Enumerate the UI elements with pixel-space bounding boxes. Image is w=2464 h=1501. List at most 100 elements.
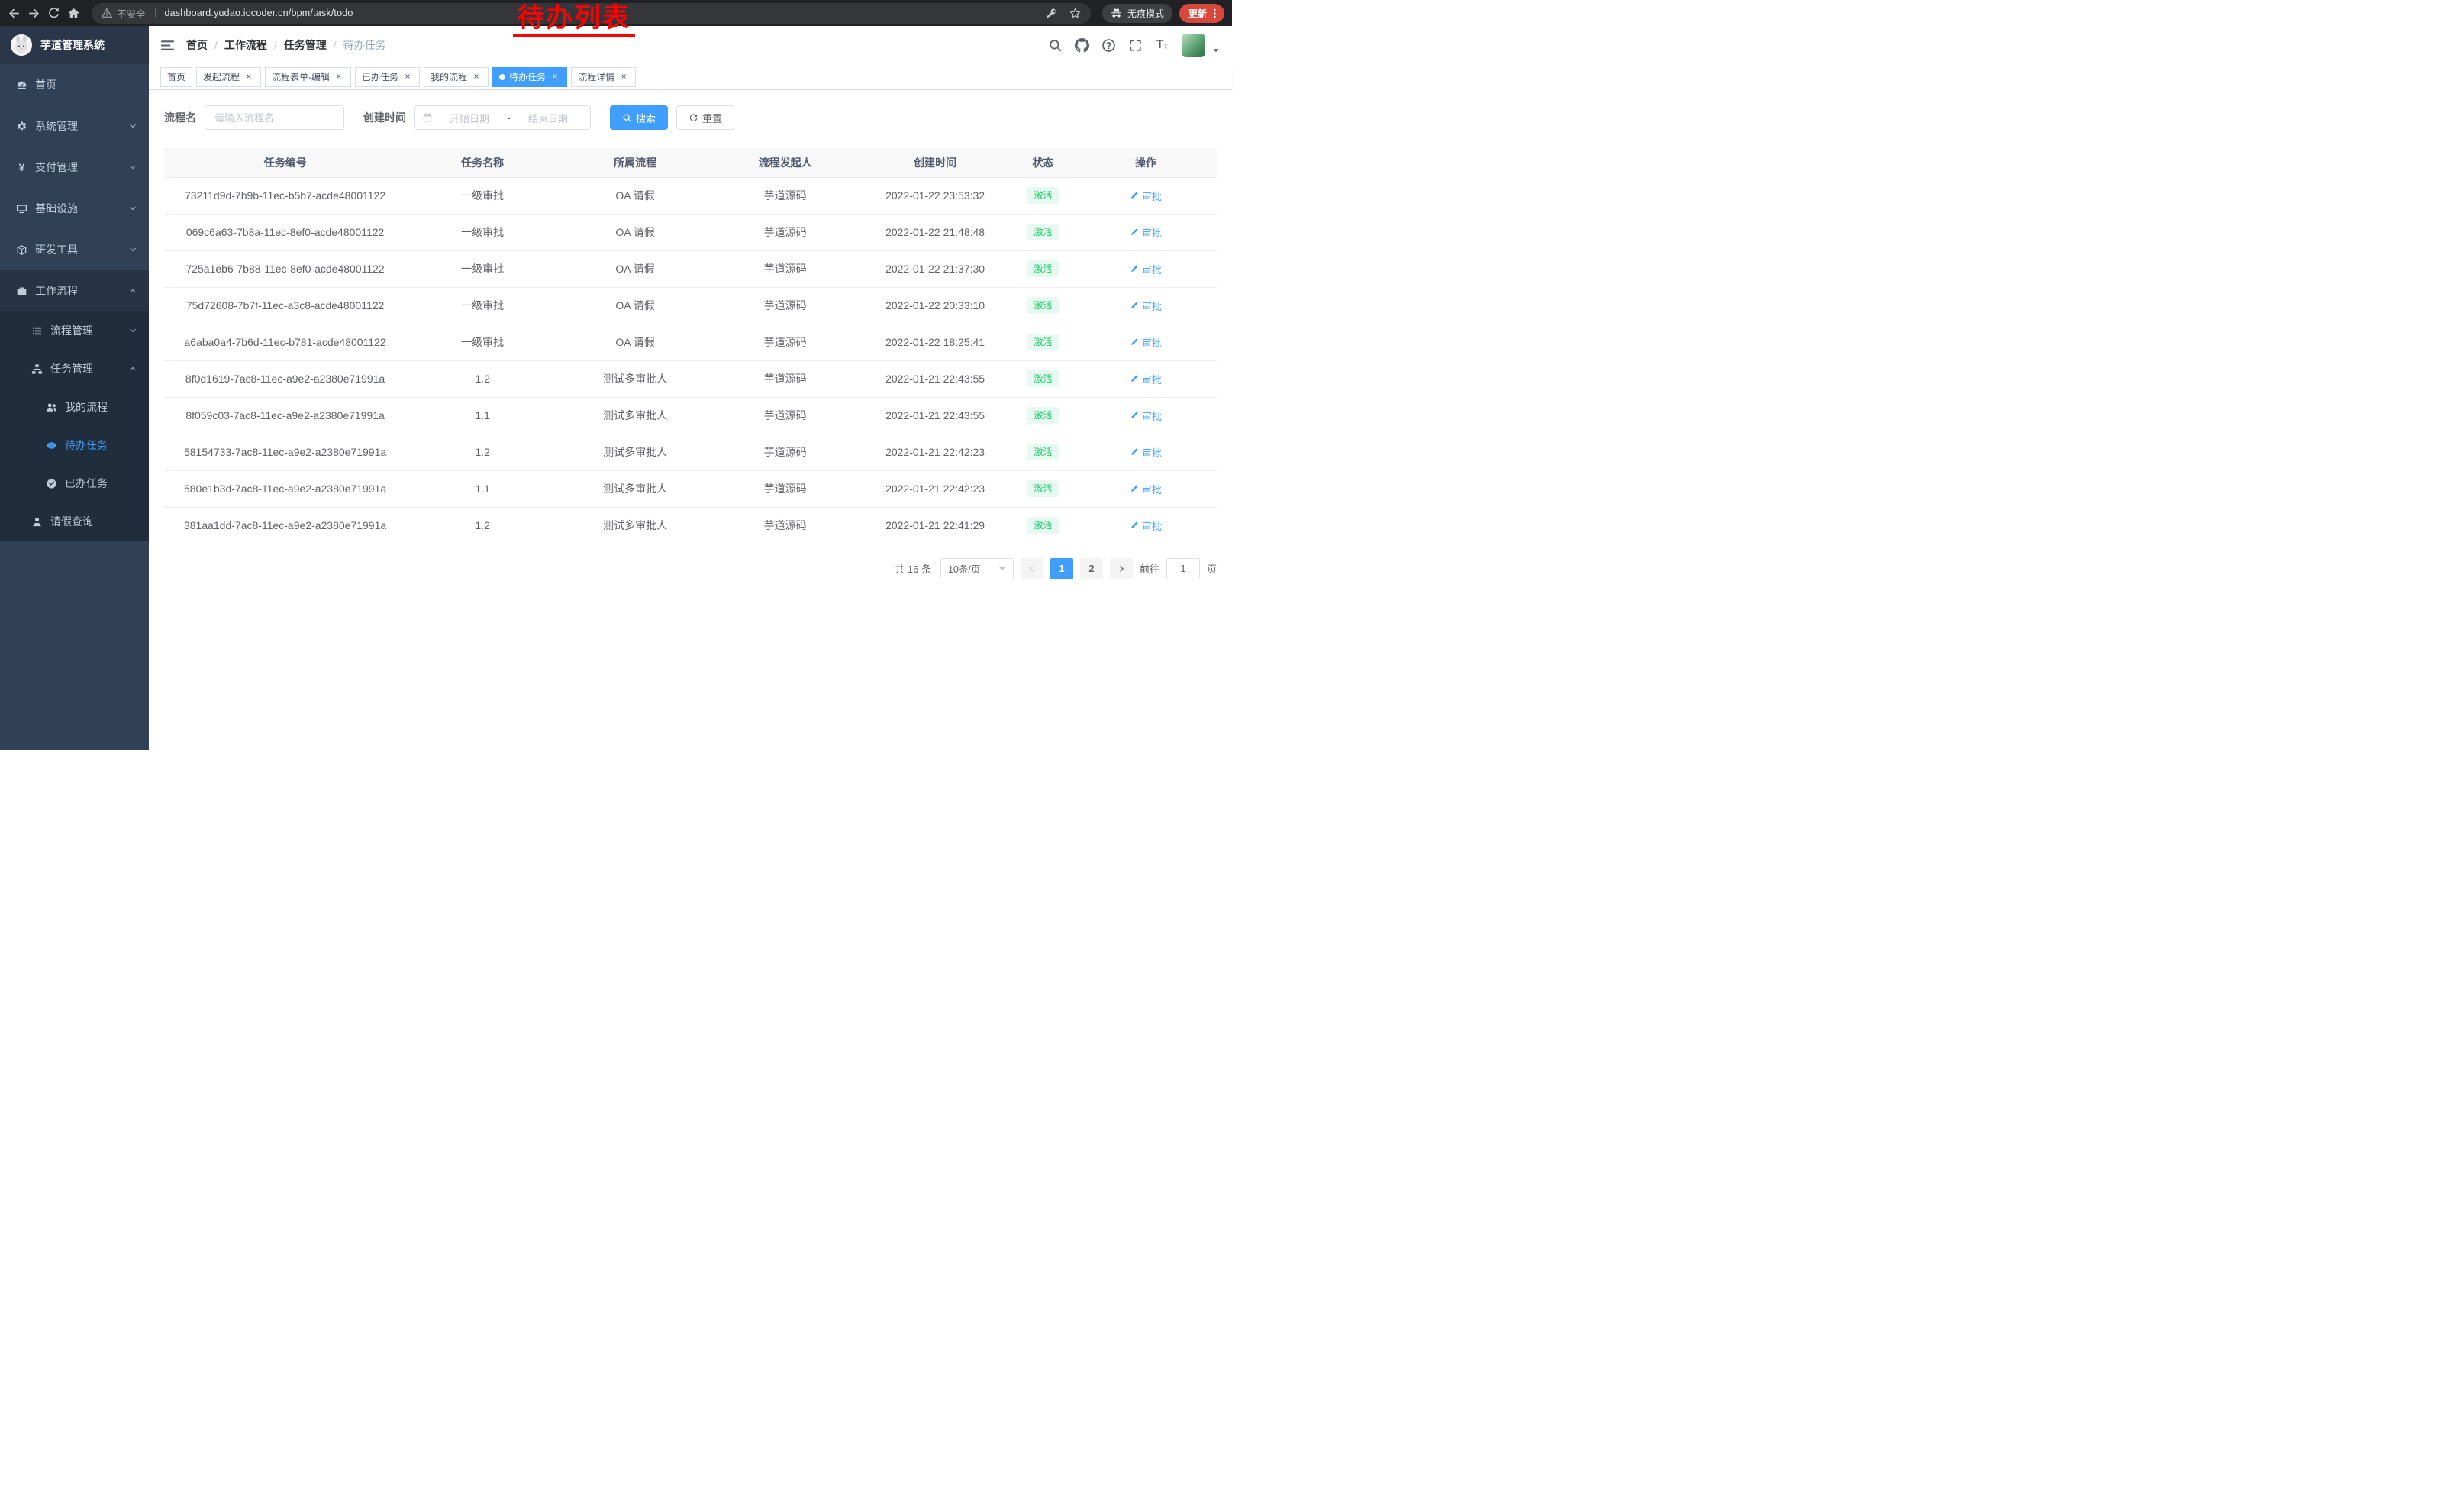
tab-start-process[interactable]: 发起流程× xyxy=(196,67,261,87)
status-badge: 激活 xyxy=(1027,480,1059,497)
sidebar-item-label: 我的流程 xyxy=(65,399,108,415)
font-size-icon[interactable]: TT xyxy=(1155,38,1169,53)
sidebar-item-infrastructure[interactable]: 基础设施 xyxy=(0,188,149,229)
address-bar[interactable]: 不安全 dashboard.yudao.iocoder.cn/bpm/task/… xyxy=(92,3,1091,24)
page-button-2[interactable]: 2 xyxy=(1080,558,1103,579)
edit-icon xyxy=(1130,264,1139,273)
omnibox-divider xyxy=(155,8,156,18)
sidebar-item-todo-task[interactable]: 待办任务 xyxy=(0,426,149,464)
cell-status: 激活 xyxy=(1011,397,1075,434)
breadcrumb-item[interactable]: 任务管理 xyxy=(284,37,327,53)
sidebar-toggle-icon[interactable] xyxy=(160,38,175,53)
breadcrumb-item[interactable]: 首页 xyxy=(186,37,208,53)
status-badge: 激活 xyxy=(1027,407,1059,424)
column-header: 所属流程 xyxy=(559,148,711,177)
approve-link[interactable]: 审批 xyxy=(1130,299,1162,313)
cell-action: 审批 xyxy=(1075,177,1217,214)
cell-task_id: 8f059c03-7ac8-11ec-a9e2-a2380e71991a xyxy=(164,397,406,434)
cell-process: OA 请假 xyxy=(559,250,711,287)
sidebar-item-my-process[interactable]: 我的流程 xyxy=(0,388,149,426)
cell-process: OA 请假 xyxy=(559,177,711,214)
tab-todo-task[interactable]: 待办任务× xyxy=(492,67,567,87)
cell-created_at: 2022-01-22 23:53:32 xyxy=(859,177,1011,214)
tab-my-process[interactable]: 我的流程× xyxy=(424,67,489,87)
sidebar-item-label: 基础设施 xyxy=(35,201,78,216)
sidebar-item-system[interactable]: 系统管理 xyxy=(0,105,149,147)
approve-link[interactable]: 审批 xyxy=(1130,445,1162,460)
approve-link[interactable]: 审批 xyxy=(1130,225,1162,240)
process-name-input[interactable] xyxy=(205,105,344,130)
edit-icon xyxy=(1130,191,1139,200)
approve-link[interactable]: 审批 xyxy=(1130,335,1162,350)
search-button[interactable]: 搜索 xyxy=(610,105,668,130)
approve-link[interactable]: 审批 xyxy=(1130,518,1162,533)
page-content: 流程名 创建时间 开始日期 - 结束日期 搜索 重置 xyxy=(149,90,1232,750)
close-icon[interactable]: × xyxy=(471,72,482,82)
cell-task_name: 一级审批 xyxy=(406,287,559,324)
update-label: 更新 xyxy=(1188,7,1207,20)
update-button[interactable]: 更新 xyxy=(1179,4,1224,23)
cell-status: 激活 xyxy=(1011,250,1075,287)
breadcrumb-separator: / xyxy=(334,39,337,51)
close-icon[interactable]: × xyxy=(334,72,344,82)
close-icon[interactable]: × xyxy=(402,72,413,82)
tab-done-task[interactable]: 已办任务× xyxy=(355,67,420,87)
forward-icon[interactable] xyxy=(27,7,40,20)
home-icon[interactable] xyxy=(67,7,80,20)
help-icon[interactable] xyxy=(1101,38,1116,53)
sidebar-item-devtools[interactable]: 研发工具 xyxy=(0,229,149,270)
close-icon[interactable]: × xyxy=(243,72,254,82)
cell-created_at: 2022-01-21 22:42:23 xyxy=(859,434,1011,470)
reload-icon[interactable] xyxy=(47,7,60,20)
cell-action: 审批 xyxy=(1075,470,1217,507)
reset-button[interactable]: 重置 xyxy=(676,105,734,130)
back-icon[interactable] xyxy=(8,7,21,20)
sidebar-item-leave-query[interactable]: 请假查询 xyxy=(0,502,149,541)
tab-home[interactable]: 首页 xyxy=(160,67,192,87)
bookmark-star-icon[interactable] xyxy=(1069,8,1081,19)
approve-link[interactable]: 审批 xyxy=(1130,482,1162,496)
sidebar-item-label: 支付管理 xyxy=(35,160,78,175)
sidebar-item-task-management[interactable]: 任务管理 xyxy=(0,350,149,388)
page-size-select[interactable]: 10条/页 xyxy=(940,558,1014,579)
goto-page-input[interactable] xyxy=(1166,558,1200,579)
cell-task_name: 1.2 xyxy=(406,434,559,470)
fullscreen-icon[interactable] xyxy=(1128,38,1143,53)
sidebar-item-done-task[interactable]: 已办任务 xyxy=(0,464,149,502)
sidebar-item-workflow[interactable]: 工作流程 xyxy=(0,270,149,311)
github-icon[interactable] xyxy=(1075,38,1089,53)
main-area: 首页/工作流程/任务管理/待办任务 TT 首页发起流程×流程表单-编辑×已办任务… xyxy=(149,26,1232,750)
search-icon[interactable] xyxy=(1048,38,1063,53)
approve-link[interactable]: 审批 xyxy=(1130,408,1162,423)
page-button-1[interactable]: 1 xyxy=(1050,558,1073,579)
breadcrumb-item[interactable]: 工作流程 xyxy=(224,37,267,53)
app-logo: 芋道管理系统 xyxy=(0,26,149,64)
start-date-placeholder: 开始日期 xyxy=(434,111,505,125)
prev-page-button[interactable] xyxy=(1021,558,1043,579)
approve-link[interactable]: 审批 xyxy=(1130,372,1162,386)
tab-process-detail[interactable]: 流程详情× xyxy=(571,67,636,87)
tab-process-form-edit[interactable]: 流程表单-编辑× xyxy=(265,67,351,87)
browser-menu-dots-icon[interactable] xyxy=(1209,8,1221,19)
approve-link[interactable]: 审批 xyxy=(1130,189,1162,203)
not-secure-icon xyxy=(102,8,112,18)
user-avatar[interactable] xyxy=(1182,34,1205,57)
cell-created_at: 2022-01-21 22:42:23 xyxy=(859,470,1011,507)
sidebar-item-home[interactable]: 首页 xyxy=(0,64,149,105)
sidebar-item-payment[interactable]: ¥支付管理 xyxy=(0,147,149,188)
cell-task_id: 381aa1dd-7ac8-11ec-a9e2-a2380e71991a xyxy=(164,507,406,544)
close-icon[interactable]: × xyxy=(550,72,560,82)
status-badge: 激活 xyxy=(1027,187,1059,204)
search-button-label: 搜索 xyxy=(636,111,656,125)
sidebar-item-process-management[interactable]: 流程管理 xyxy=(0,311,149,350)
status-badge: 激活 xyxy=(1027,517,1059,534)
approve-label: 审批 xyxy=(1142,445,1162,460)
check-circle-icon xyxy=(46,478,57,489)
close-icon[interactable]: × xyxy=(618,72,629,82)
date-range-picker[interactable]: 开始日期 - 结束日期 xyxy=(414,105,591,130)
next-page-button[interactable] xyxy=(1110,558,1133,579)
column-header: 任务名称 xyxy=(406,148,559,177)
password-key-icon[interactable] xyxy=(1046,8,1057,19)
approve-link[interactable]: 审批 xyxy=(1130,262,1162,276)
caret-down-icon[interactable] xyxy=(1211,46,1221,55)
